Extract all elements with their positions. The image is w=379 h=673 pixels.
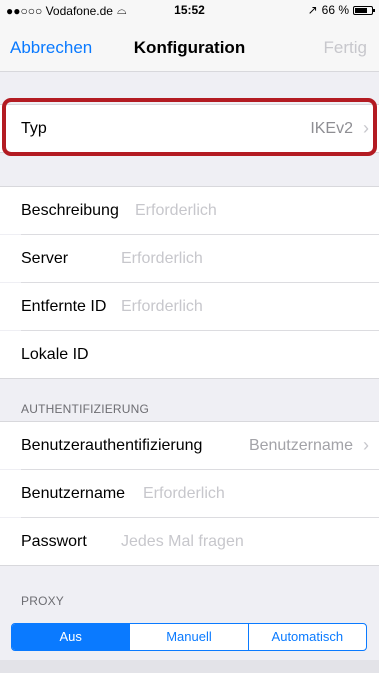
proxy-section-header: PROXY [21,594,65,608]
done-button[interactable]: Fertig [324,38,367,58]
auth-section-header: AUTHENTIFIZIERUNG [21,402,150,416]
auth-method-value: Benutzername [248,437,353,454]
server-row[interactable]: Server Erforderlich [0,235,379,282]
auth-method-label: Benutzerauthentifizierung [21,437,203,454]
description-label: Beschreibung [21,202,119,219]
username-row[interactable]: Benutzername Erforderlich [0,470,379,517]
location-arrow-icon: ↗ [307,3,318,17]
username-input[interactable]: Erforderlich [143,485,225,503]
password-row[interactable]: Passwort Jedes Mal fragen [0,518,379,565]
bottom-strip [0,660,379,673]
divider [0,565,379,566]
server-label: Server [21,250,69,267]
remote-id-input[interactable]: Erforderlich [121,298,203,316]
proxy-option-manual[interactable]: Manuell [129,624,247,650]
highlight-frame [2,98,377,156]
auth-method-row[interactable]: Benutzerauthentifizierung Benutzername › [0,422,379,469]
proxy-option-automatic[interactable]: Automatisch [247,624,366,650]
description-row[interactable]: Beschreibung Erforderlich [0,187,379,234]
navigation-bar: Abbrechen Konfiguration Fertig [0,20,379,72]
local-id-row[interactable]: Lokale ID [0,331,379,378]
remote-id-label: Entfernte ID [21,298,107,315]
remote-id-row[interactable]: Entfernte ID Erforderlich [0,283,379,330]
status-bar: ●●○○○ Vodafone.de ⌓ 15:52 ↗ 66 % [0,0,379,20]
battery-percent: 66 % [321,3,349,17]
username-label: Benutzername [21,485,126,502]
proxy-option-off[interactable]: Aus [12,624,130,650]
password-input[interactable]: Jedes Mal fragen [121,533,244,551]
proxy-segmented-control[interactable]: Aus Manuell Automatisch [11,623,367,651]
status-right: ↗ 66 % [307,3,375,17]
password-label: Passwort [21,533,87,550]
local-id-label: Lokale ID [21,346,89,363]
divider [0,378,379,379]
server-input[interactable]: Erforderlich [121,250,203,268]
battery-icon [353,5,375,15]
chevron-right-icon: › [363,435,369,455]
description-input[interactable]: Erforderlich [135,202,217,220]
page-title: Konfiguration [133,38,246,57]
